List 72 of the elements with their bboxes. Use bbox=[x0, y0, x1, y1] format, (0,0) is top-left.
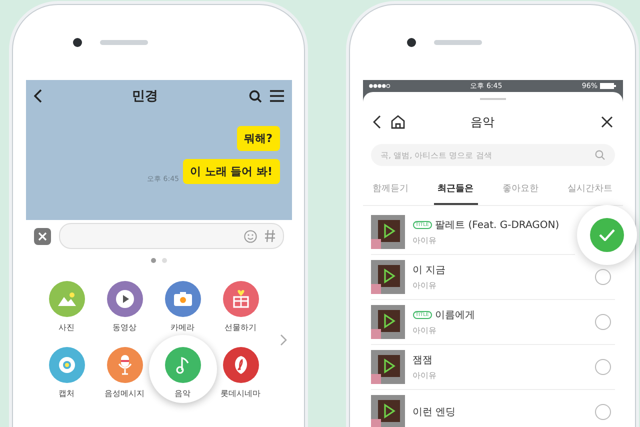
attachment-label: 음악 bbox=[174, 388, 190, 399]
music-title: 음악 bbox=[470, 114, 496, 130]
gift-box-icon bbox=[232, 290, 248, 308]
back-icon[interactable] bbox=[372, 115, 380, 129]
song-artist: 아이유 bbox=[412, 325, 438, 336]
song-title: 이 지금 bbox=[412, 264, 446, 277]
song-artist: 아이유 bbox=[412, 280, 438, 291]
song-title: 팔레트 (Feat. G-DRAGON) bbox=[435, 219, 560, 232]
cinema-button[interactable] bbox=[222, 347, 258, 383]
attachment-label: 선물하기 bbox=[224, 322, 256, 333]
camera-lens bbox=[407, 38, 416, 47]
next-page-icon[interactable] bbox=[280, 334, 286, 346]
message-bubble: 뭐해? bbox=[237, 126, 280, 151]
hashtag-icon[interactable] bbox=[264, 230, 274, 242]
album-cover-thumbnail bbox=[370, 350, 404, 384]
mountain-icon bbox=[58, 292, 76, 306]
music-tab[interactable]: 최근들은 bbox=[434, 178, 478, 205]
attachment-label: 캡처 bbox=[58, 388, 74, 399]
attachment-label: 음성메시지 bbox=[104, 388, 144, 399]
music-note-icon bbox=[176, 356, 190, 374]
attachment-label: 롯데시네마 bbox=[220, 388, 260, 399]
chat-title: 민경 bbox=[131, 88, 159, 105]
song-artist: 아이유 bbox=[412, 370, 438, 381]
gift-button[interactable] bbox=[222, 281, 258, 317]
radio-button[interactable] bbox=[594, 314, 610, 330]
page-dot[interactable] bbox=[162, 258, 166, 263]
home-icon[interactable] bbox=[390, 115, 404, 129]
attachment-label: 사진 bbox=[58, 322, 74, 333]
camera-icon bbox=[174, 292, 192, 306]
microphone-icon bbox=[118, 355, 132, 375]
voice-button[interactable] bbox=[106, 347, 142, 383]
radio-button[interactable] bbox=[594, 404, 610, 420]
photo-button[interactable] bbox=[48, 281, 84, 317]
message-bubble: 이 노래 들어 봐! bbox=[182, 159, 280, 184]
signal-icon bbox=[368, 84, 390, 88]
album-cover-thumbnail bbox=[370, 305, 404, 339]
radio-button[interactable] bbox=[594, 269, 610, 285]
song-artist: 아이유 bbox=[412, 235, 438, 246]
aperture-icon bbox=[58, 356, 76, 374]
camera-button[interactable] bbox=[164, 281, 200, 317]
song-title: 이런 엔딩 bbox=[412, 406, 456, 419]
search-icon[interactable] bbox=[248, 90, 262, 102]
attachment-label: 카메라 bbox=[170, 322, 194, 333]
back-icon[interactable] bbox=[34, 89, 42, 103]
close-button[interactable] bbox=[34, 228, 50, 244]
album-cover-thumbnail bbox=[370, 260, 404, 294]
page-dot[interactable] bbox=[150, 258, 156, 263]
camera-lens bbox=[73, 38, 82, 47]
search-field[interactable]: 곡, 앨범, 아티스트 명으로 검색 bbox=[370, 144, 614, 166]
close-icon bbox=[38, 232, 46, 240]
song-title: 이름에게 bbox=[435, 309, 476, 322]
song-row[interactable]: 이 지금 아이유 bbox=[370, 255, 614, 300]
capture-button[interactable] bbox=[48, 347, 84, 383]
battery-icon bbox=[600, 83, 616, 89]
song-title: 잼잼 bbox=[412, 354, 432, 367]
song-row[interactable]: 이런 엔딩 bbox=[370, 390, 614, 427]
drag-handle[interactable] bbox=[480, 98, 506, 100]
checkmark-icon[interactable] bbox=[590, 218, 624, 252]
close-icon[interactable] bbox=[600, 116, 612, 128]
album-cover-thumbnail bbox=[370, 215, 404, 249]
video-button[interactable] bbox=[106, 281, 142, 317]
play-icon bbox=[116, 290, 134, 308]
song-row[interactable]: 잼잼 아이유 bbox=[370, 345, 614, 390]
message-input-field[interactable] bbox=[58, 223, 284, 249]
script-letter-icon bbox=[232, 356, 248, 374]
speaker-grille bbox=[434, 40, 482, 45]
attachment-label: 동영상 bbox=[112, 322, 136, 333]
album-cover-thumbnail bbox=[370, 395, 404, 427]
radio-button[interactable] bbox=[594, 359, 610, 375]
menu-icon[interactable] bbox=[270, 90, 284, 102]
speaker-grille bbox=[100, 40, 148, 45]
emoji-icon[interactable] bbox=[244, 230, 256, 242]
